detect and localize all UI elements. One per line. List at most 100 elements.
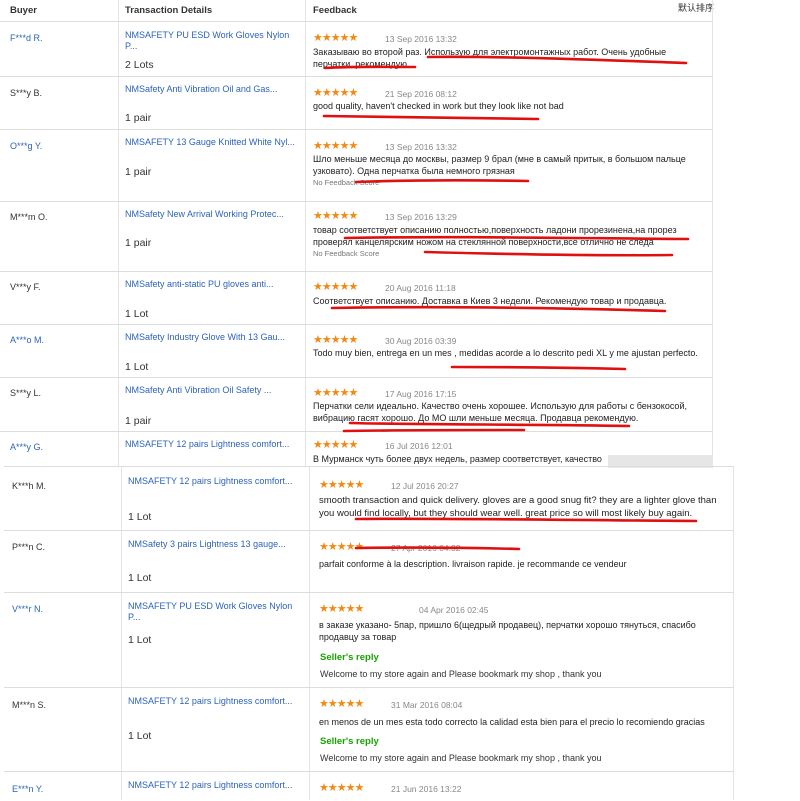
- table-row: V***y F. NMSafety anti-static PU gloves …: [0, 271, 712, 325]
- buyer-name[interactable]: F***d R.: [10, 33, 43, 43]
- order-quantity: 2 Lots: [125, 59, 154, 71]
- order-quantity: 1 Lot: [128, 572, 152, 584]
- rating-stars: ★★★★★: [313, 387, 358, 399]
- table-border: [712, 0, 713, 466]
- rating-stars: ★★★★★: [319, 479, 364, 491]
- product-link[interactable]: NMSafety 3 pairs Lightness 13 gauge...: [128, 539, 306, 550]
- table-row: K***h M. NMSAFETY 12 pairs Lightness com…: [4, 466, 734, 531]
- product-link[interactable]: NMSafety Anti Vibration Oil and Gas...: [125, 84, 297, 95]
- table-row: S***y B. NMSafety Anti Vibration Oil and…: [0, 76, 712, 130]
- feedback-date: 21 Sep 2016 08:12: [385, 89, 457, 99]
- product-link[interactable]: NMSAFETY PU ESD Work Gloves Nylon P...: [125, 30, 297, 52]
- buyer-name[interactable]: M***m O.: [10, 212, 48, 222]
- order-quantity: 1 Lot: [128, 511, 152, 523]
- order-quantity: 1 pair: [125, 166, 152, 178]
- feedback-text: Соответствует описанию. Доставка в Киев …: [313, 296, 667, 306]
- product-link[interactable]: NMSafety Anti Vibration Oil Safety ...: [125, 385, 297, 396]
- transaction-column-header: Transaction Details: [125, 5, 213, 16]
- no-feedback-score: No Feedback Score: [313, 249, 380, 258]
- product-link[interactable]: NMSAFETY 13 Gauge Knitted White Nyl...: [125, 137, 297, 148]
- rating-stars: ★★★★★: [313, 87, 358, 99]
- feedback-text: Todo muy bien, entrega en un mes , medid…: [313, 348, 698, 358]
- feedback-text: В Мурманск чуть более двух недель, разме…: [313, 454, 602, 464]
- feedback-date: 21 Jun 2016 13:22: [391, 784, 462, 794]
- buyer-name[interactable]: O***g Y.: [10, 141, 42, 151]
- feedback-date: 13 Sep 2016 13:32: [385, 34, 457, 44]
- feedback-text: parfait conforme à la description. livra…: [319, 559, 627, 569]
- table-header: Buyer Transaction Details Feedback: [0, 0, 712, 20]
- feedback-text: товар соответствует описанию полностью,п…: [313, 225, 677, 247]
- table-row: V***r N. NMSAFETY PU ESD Work Gloves Nyl…: [4, 592, 734, 688]
- product-link[interactable]: NMSafety anti-static PU gloves anti...: [125, 279, 297, 290]
- buyer-name[interactable]: A***y G.: [10, 442, 43, 452]
- buyer-name[interactable]: V***r N.: [12, 604, 43, 614]
- feedback-date: 13 Sep 2016 13:32: [385, 142, 457, 152]
- no-feedback-score: No Feedback Score: [313, 178, 380, 187]
- product-link[interactable]: NMSAFETY 12 pairs Lightness comfort...: [128, 476, 306, 487]
- order-quantity: 1 pair: [125, 112, 152, 124]
- buyer-name[interactable]: M***n S.: [12, 700, 46, 710]
- feedback-date: 30 Aug 2016 03:39: [385, 336, 457, 346]
- order-quantity: 1 Lot: [125, 361, 149, 373]
- buyer-column-header: Buyer: [10, 5, 37, 16]
- order-quantity: 1 Lot: [128, 730, 152, 742]
- order-quantity: 1 Lot: [128, 634, 152, 646]
- feedback-text: smooth transaction and quick delivery. g…: [319, 495, 717, 519]
- product-link[interactable]: NMSafety Industry Glove With 13 Gau...: [125, 332, 297, 343]
- feedback-text: Перчатки сели идеально. Качество очень х…: [313, 401, 687, 423]
- feedback-date: 13 Sep 2016 13:29: [385, 212, 457, 222]
- feedback-date: 31 Mar 2016 08:04: [391, 700, 463, 710]
- rating-stars: ★★★★★: [313, 32, 358, 44]
- feedback-text: en menos de un mes esta todo correcto la…: [319, 717, 705, 727]
- feedback-date: 27 Apr 2016 04:32: [391, 543, 461, 553]
- product-link[interactable]: NMSafety New Arrival Working Protec...: [125, 209, 297, 220]
- product-link[interactable]: NMSAFETY 12 pairs Lightness comfort...: [128, 780, 306, 791]
- table-row: A***o M. NMSafety Industry Glove With 13…: [0, 324, 712, 378]
- buyer-name[interactable]: P***n C.: [12, 542, 45, 552]
- table-row: F***d R. NMSAFETY PU ESD Work Gloves Nyl…: [0, 21, 712, 77]
- buyer-name[interactable]: V***y F.: [10, 282, 41, 292]
- table-row: O***g Y. NMSAFETY 13 Gauge Knitted White…: [0, 129, 712, 202]
- rating-stars: ★★★★★: [313, 281, 358, 293]
- feedback-date: 20 Aug 2016 11:18: [385, 283, 456, 293]
- rating-stars: ★★★★★: [313, 334, 358, 346]
- feedback-text: Заказываю во второй раз. Использую для э…: [313, 47, 667, 69]
- seller-reply-label: Seller's reply: [320, 652, 379, 663]
- rating-stars: ★★★★★: [313, 140, 358, 152]
- rating-stars: ★★★★★: [319, 698, 364, 710]
- rating-stars: ★★★★★: [313, 210, 358, 222]
- table-row: E***n Y. NMSAFETY 12 pairs Lightness com…: [4, 771, 734, 801]
- seller-reply-label: Seller's reply: [320, 736, 379, 747]
- product-link[interactable]: NMSAFETY 12 pairs Lightness comfort...: [125, 439, 297, 450]
- buyer-name[interactable]: A***o M.: [10, 335, 44, 345]
- table-row: S***y L. NMSafety Anti Vibration Oil Saf…: [0, 377, 712, 432]
- buyer-name[interactable]: E***n Y.: [12, 784, 43, 794]
- buyer-name[interactable]: S***y L.: [10, 388, 41, 398]
- feedback-text: good quality, haven't checked in work bu…: [313, 101, 564, 111]
- order-quantity: 1 pair: [125, 415, 152, 427]
- feedback-date: 16 Jul 2016 12:01: [385, 441, 453, 451]
- sort-default-button[interactable]: 默认排序: [678, 1, 714, 14]
- feedback-text: Шло меньше месяца до москвы, размер 9 бр…: [313, 154, 686, 176]
- table-row: M***m O. NMSafety New Arrival Working Pr…: [0, 201, 712, 272]
- rating-stars: ★★★★★: [319, 603, 364, 615]
- table-row: M***n S. NMSAFETY 12 pairs Lightness com…: [4, 687, 734, 772]
- seller-reply-text: Welcome to my store again and Please boo…: [320, 669, 602, 679]
- rating-stars: ★★★★★: [319, 782, 364, 794]
- feedback-column-header: Feedback: [313, 5, 357, 16]
- buyer-name[interactable]: K***h M.: [12, 481, 46, 491]
- table-row: A***y G. NMSAFETY 12 pairs Lightness com…: [0, 431, 713, 468]
- rating-stars: ★★★★★: [319, 541, 364, 553]
- product-link[interactable]: NMSAFETY PU ESD Work Gloves Nylon P...: [128, 601, 306, 623]
- table-row: P***n C. NMSafety 3 pairs Lightness 13 g…: [4, 530, 734, 593]
- feedback-date: 04 Apr 2016 02:45: [419, 605, 489, 615]
- order-quantity: 1 pair: [125, 237, 152, 249]
- feedback-date: 12 Jul 2016 20:27: [391, 481, 459, 491]
- feedback-text: в заказе указано- 5пар, пришло 6(щедрый …: [319, 620, 696, 642]
- seller-reply-text: Welcome to my store again and Please boo…: [320, 753, 602, 763]
- feedback-date: 17 Aug 2016 17:15: [385, 389, 457, 399]
- order-quantity: 1 Lot: [125, 308, 149, 320]
- buyer-name[interactable]: S***y B.: [10, 88, 42, 98]
- product-link[interactable]: NMSAFETY 12 pairs Lightness comfort...: [128, 696, 306, 707]
- rating-stars: ★★★★★: [313, 439, 358, 451]
